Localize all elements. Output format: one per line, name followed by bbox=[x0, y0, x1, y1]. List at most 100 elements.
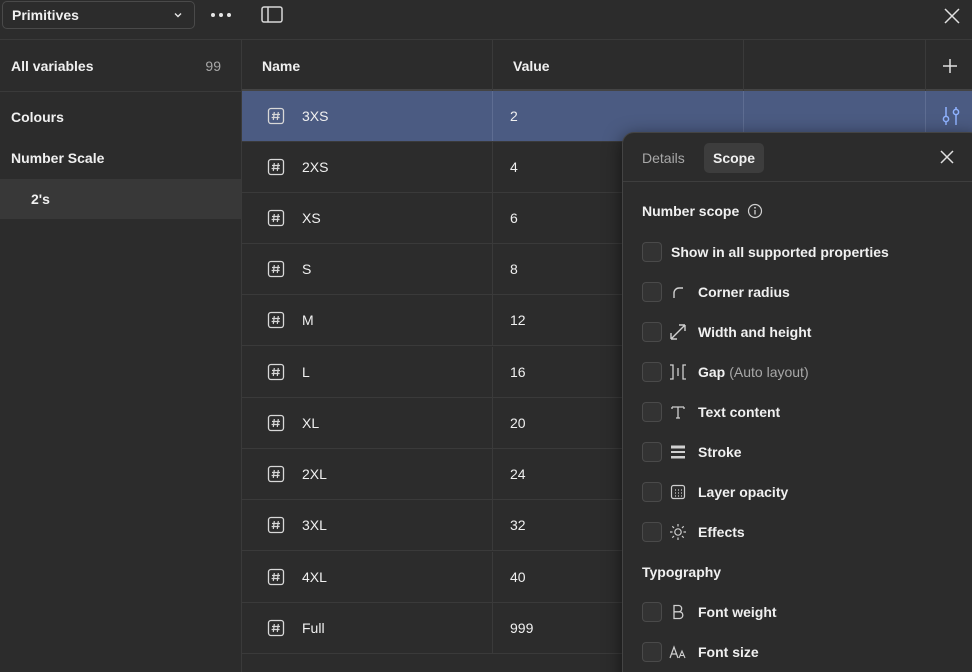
variable-value[interactable]: 6 bbox=[510, 193, 518, 243]
number-variable-icon bbox=[267, 209, 285, 227]
more-horizontal-icon bbox=[211, 13, 231, 17]
number-variable-icon bbox=[267, 260, 285, 278]
scope-option-label: Font size bbox=[698, 644, 759, 660]
variable-name[interactable]: XS bbox=[302, 193, 321, 243]
variable-name[interactable]: 3XL bbox=[302, 500, 327, 550]
checkbox[interactable] bbox=[642, 322, 662, 342]
close-icon[interactable] bbox=[937, 147, 957, 167]
font-size-icon bbox=[669, 643, 687, 661]
number-scope-heading: Number scope bbox=[642, 203, 763, 219]
info-icon[interactable] bbox=[747, 203, 763, 219]
sidebar-item-label: 2's bbox=[31, 191, 50, 207]
variable-value[interactable]: 999 bbox=[510, 603, 533, 653]
scope-option-label: Width and height bbox=[698, 324, 812, 340]
table-header: Name Value bbox=[242, 40, 972, 91]
sidebar-item-number-scale[interactable]: Number Scale bbox=[0, 138, 241, 178]
checkbox[interactable] bbox=[642, 242, 662, 262]
resize-diagonal-icon bbox=[669, 323, 687, 341]
scope-option-label: Layer opacity bbox=[698, 484, 789, 500]
variable-name[interactable]: S bbox=[302, 244, 311, 294]
column-divider bbox=[925, 40, 926, 91]
column-divider bbox=[492, 142, 493, 192]
scope-option-font-size[interactable]: Font size bbox=[642, 640, 759, 664]
scope-popover: Details Scope Number scope Show in all s… bbox=[622, 132, 972, 672]
variable-name[interactable]: L bbox=[302, 347, 310, 397]
checkbox[interactable] bbox=[642, 642, 662, 662]
scope-option-stroke[interactable]: Stroke bbox=[642, 440, 742, 464]
number-variable-icon bbox=[267, 107, 285, 125]
scope-option-label: Effects bbox=[698, 524, 745, 540]
variable-name[interactable]: 2XS bbox=[302, 142, 328, 192]
column-divider bbox=[492, 603, 493, 653]
scope-option-effects[interactable]: Effects bbox=[642, 520, 745, 544]
scope-option-corner-radius[interactable]: Corner radius bbox=[642, 280, 790, 304]
all-variables-label: All variables bbox=[11, 57, 94, 74]
checkbox[interactable] bbox=[642, 362, 662, 382]
opacity-icon bbox=[669, 483, 687, 501]
tab-scope[interactable]: Scope bbox=[704, 143, 765, 173]
variable-name[interactable]: Full bbox=[302, 603, 325, 653]
variable-name[interactable]: 3XS bbox=[302, 91, 328, 141]
chevron-down-icon bbox=[174, 13, 182, 18]
number-variable-icon bbox=[267, 414, 285, 432]
column-divider bbox=[492, 347, 493, 397]
sidebar-toggle-icon[interactable] bbox=[260, 5, 284, 25]
scope-option-label: Text content bbox=[698, 404, 781, 420]
add-mode-icon[interactable] bbox=[938, 54, 962, 78]
scope-option-label: Gap bbox=[698, 364, 726, 380]
popover-tabs: Details Scope bbox=[623, 133, 972, 182]
variable-value[interactable]: 4 bbox=[510, 142, 518, 192]
scope-option-text-content[interactable]: Text content bbox=[642, 400, 780, 424]
collection-select[interactable]: Primitives bbox=[2, 1, 195, 29]
variable-value[interactable]: 20 bbox=[510, 398, 526, 448]
sidebar-item-label: Number Scale bbox=[11, 150, 105, 166]
number-variable-icon bbox=[267, 158, 285, 176]
sidebar-item-colours[interactable]: Colours bbox=[0, 97, 241, 137]
variable-value[interactable]: 40 bbox=[510, 552, 526, 602]
close-icon[interactable] bbox=[940, 4, 964, 28]
variable-value[interactable]: 32 bbox=[510, 500, 526, 550]
checkbox[interactable] bbox=[642, 282, 662, 302]
number-variable-icon bbox=[267, 363, 285, 381]
checkbox[interactable] bbox=[642, 602, 662, 622]
variable-value[interactable]: 24 bbox=[510, 449, 526, 499]
text-icon bbox=[669, 403, 687, 421]
variable-value[interactable]: 8 bbox=[510, 244, 518, 294]
column-divider bbox=[492, 91, 493, 141]
scope-option-label: Stroke bbox=[698, 444, 742, 460]
variable-name[interactable]: XL bbox=[302, 398, 319, 448]
tab-details[interactable]: Details bbox=[633, 143, 694, 173]
column-divider bbox=[492, 244, 493, 294]
column-header-value[interactable]: Value bbox=[513, 40, 550, 91]
checkbox[interactable] bbox=[642, 522, 662, 542]
checkbox[interactable] bbox=[642, 482, 662, 502]
sidebar-item-2s[interactable]: 2's bbox=[0, 179, 241, 219]
scope-option-all[interactable]: Show in all supported properties bbox=[642, 240, 889, 264]
all-variables-item[interactable]: All variables 99 bbox=[0, 40, 241, 92]
scope-option-gap[interactable]: Gap (Auto layout) bbox=[642, 360, 809, 384]
checkbox[interactable] bbox=[642, 442, 662, 462]
column-divider bbox=[492, 552, 493, 602]
column-header-name[interactable]: Name bbox=[262, 40, 300, 91]
edit-variable-icon[interactable] bbox=[939, 104, 963, 128]
all-variables-count: 99 bbox=[205, 57, 221, 74]
scope-option-label: Corner radius bbox=[698, 284, 790, 300]
checkbox[interactable] bbox=[642, 402, 662, 422]
number-scope-label: Number scope bbox=[642, 203, 740, 219]
column-divider bbox=[743, 40, 744, 91]
effects-sun-icon bbox=[669, 523, 687, 541]
variable-value[interactable]: 12 bbox=[510, 295, 526, 345]
variable-name[interactable]: 2XL bbox=[302, 449, 327, 499]
variable-value[interactable]: 16 bbox=[510, 347, 526, 397]
variable-name[interactable]: M bbox=[302, 295, 314, 345]
variable-name[interactable]: 4XL bbox=[302, 552, 327, 602]
gap-icon bbox=[669, 363, 687, 381]
variable-value[interactable]: 2 bbox=[510, 91, 518, 141]
scope-option-width-height[interactable]: Width and height bbox=[642, 320, 811, 344]
column-divider bbox=[492, 449, 493, 499]
typography-heading: Typography bbox=[642, 564, 722, 580]
scope-option-layer-opacity[interactable]: Layer opacity bbox=[642, 480, 788, 504]
scope-option-font-weight[interactable]: Font weight bbox=[642, 600, 777, 624]
scope-option-label: Show in all supported properties bbox=[671, 244, 889, 260]
more-options-button[interactable] bbox=[207, 4, 235, 26]
